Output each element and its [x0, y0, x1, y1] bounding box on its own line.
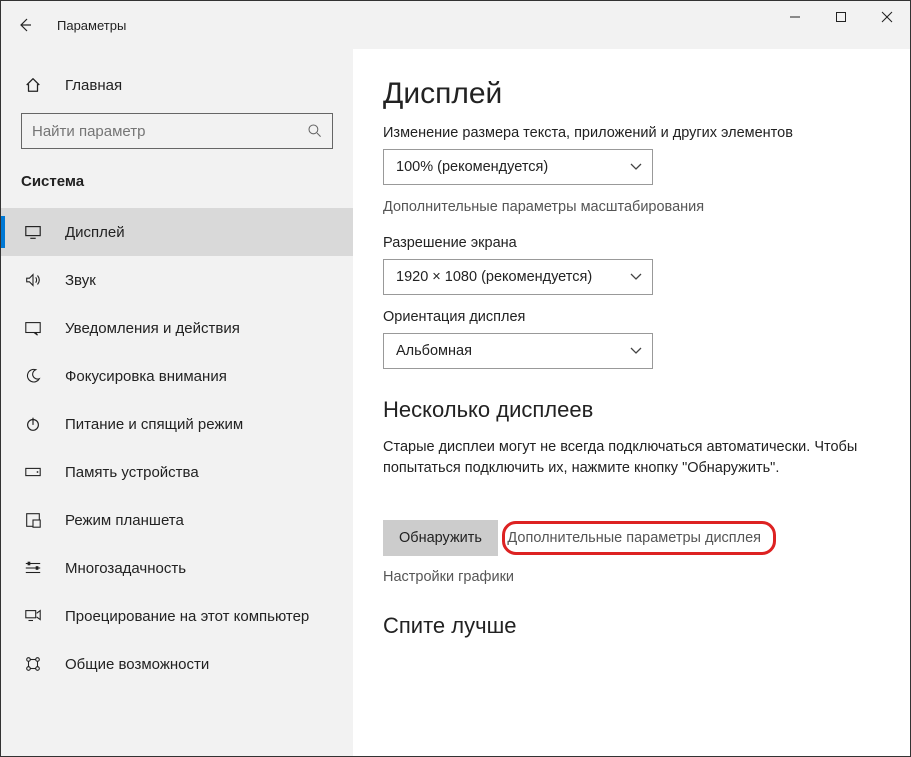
sidebar-item-label: Питание и спящий режим	[65, 416, 243, 433]
sidebar-item-display[interactable]: Дисплей	[1, 208, 353, 256]
chevron-down-icon	[630, 160, 642, 174]
sidebar-nav: Дисплей Звук Уведомления и действия	[1, 208, 353, 688]
storage-icon	[23, 463, 43, 481]
multitasking-icon	[23, 559, 43, 577]
orientation-select[interactable]: Альбомная	[383, 333, 653, 369]
sidebar-item-label: Дисплей	[65, 224, 125, 241]
highlight-annotation: Дополнительные параметры дисплея	[502, 521, 776, 555]
sidebar-item-projection[interactable]: Проецирование на этот компьютер	[1, 592, 353, 640]
back-button[interactable]	[1, 1, 49, 49]
chevron-down-icon	[630, 270, 642, 284]
window-body: Главная Система Дисплей	[1, 49, 910, 756]
scale-select[interactable]: 100% (рекомендуется)	[383, 149, 653, 185]
sidebar-item-label: Уведомления и действия	[65, 320, 240, 337]
sleep-better-heading: Спите лучше	[383, 613, 870, 639]
window-title: Параметры	[57, 18, 126, 33]
notifications-icon	[23, 319, 43, 337]
sidebar-item-label: Звук	[65, 272, 96, 289]
maximize-button[interactable]	[818, 1, 864, 33]
sidebar-item-tablet[interactable]: Режим планшета	[1, 496, 353, 544]
scale-value: 100% (рекомендуется)	[396, 159, 548, 175]
monitor-icon	[23, 223, 43, 241]
advanced-display-link[interactable]: Дополнительные параметры дисплея	[507, 530, 761, 546]
sidebar-item-sound[interactable]: Звук	[1, 256, 353, 304]
home-icon	[23, 76, 43, 94]
sidebar-item-label: Многозадачность	[65, 560, 186, 577]
orientation-value: Альбомная	[396, 343, 472, 359]
sidebar-item-focus[interactable]: Фокусировка внимания	[1, 352, 353, 400]
orientation-label: Ориентация дисплея	[383, 309, 870, 325]
resolution-label: Разрешение экрана	[383, 235, 870, 251]
window-controls	[772, 1, 910, 33]
multi-displays-heading: Несколько дисплеев	[383, 397, 870, 423]
sidebar-item-shared[interactable]: Общие возможности	[1, 640, 353, 688]
sidebar-item-power[interactable]: Питание и спящий режим	[1, 400, 353, 448]
sidebar-item-multitasking[interactable]: Многозадачность	[1, 544, 353, 592]
advanced-scaling-link[interactable]: Дополнительные параметры масштабирования	[383, 199, 870, 215]
resolution-value: 1920 × 1080 (рекомендуется)	[396, 269, 592, 285]
scale-caption: Изменение размера текста, приложений и д…	[383, 125, 870, 141]
resolution-select[interactable]: 1920 × 1080 (рекомендуется)	[383, 259, 653, 295]
maximize-icon	[835, 11, 847, 23]
page-title: Дисплей	[383, 77, 870, 111]
sidebar: Главная Система Дисплей	[1, 49, 353, 756]
sidebar-item-label: Проецирование на этот компьютер	[65, 608, 309, 625]
home-button[interactable]: Главная	[21, 63, 333, 107]
title-bar: Параметры	[1, 1, 910, 49]
close-button[interactable]	[864, 1, 910, 33]
shared-icon	[23, 655, 43, 673]
settings-window: Параметры Главная	[1, 1, 910, 756]
power-icon	[23, 415, 43, 433]
sound-icon	[23, 271, 43, 289]
sidebar-item-label: Память устройства	[65, 464, 199, 481]
tablet-icon	[23, 511, 43, 529]
graphics-settings-link[interactable]: Настройки графики	[383, 569, 870, 585]
moon-icon	[23, 367, 43, 385]
search-field[interactable]	[32, 123, 306, 140]
chevron-down-icon	[630, 344, 642, 358]
close-icon	[881, 11, 893, 23]
sidebar-item-notifications[interactable]: Уведомления и действия	[1, 304, 353, 352]
search-icon	[306, 123, 324, 139]
multi-displays-description: Старые дисплеи могут не всегда подключат…	[383, 437, 863, 479]
sidebar-item-label: Общие возможности	[65, 656, 209, 673]
search-input[interactable]	[21, 113, 333, 149]
sidebar-item-label: Фокусировка внимания	[65, 368, 227, 385]
detect-button[interactable]: Обнаружить	[383, 520, 498, 556]
minimize-button[interactable]	[772, 1, 818, 33]
home-label: Главная	[65, 77, 122, 94]
sidebar-item-label: Режим планшета	[65, 512, 184, 529]
sidebar-section-label: Система	[21, 173, 333, 190]
main-content: Дисплей Изменение размера текста, прилож…	[353, 49, 910, 756]
projection-icon	[23, 607, 43, 625]
minimize-icon	[789, 11, 801, 23]
sidebar-item-storage[interactable]: Память устройства	[1, 448, 353, 496]
arrow-left-icon	[17, 17, 33, 33]
